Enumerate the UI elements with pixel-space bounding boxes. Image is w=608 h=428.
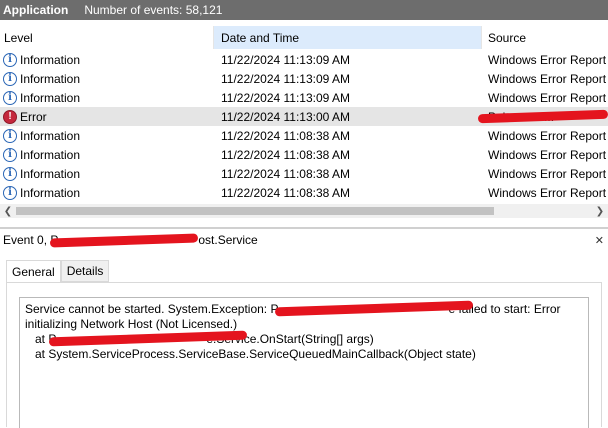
scrollbar-thumb[interactable] [16, 207, 494, 215]
row-level: Information [20, 166, 81, 181]
information-icon: i [3, 90, 17, 105]
row-datetime: 11/22/2024 11:08:38 AM [221, 128, 350, 143]
table-row[interactable]: i Information 11/22/2024 11:13:09 AM Wind… [0, 50, 608, 69]
table-row[interactable]: i Information 11/22/2024 11:08:38 AM Wind… [0, 164, 608, 183]
log-header-bar: Application Number of events: 58,121 [0, 0, 608, 20]
information-icon: i [3, 166, 17, 181]
row-level: Information [20, 147, 81, 162]
events-table: Level Date and Time Source i Information … [0, 26, 608, 204]
event-count: Number of events: 58,121 [84, 3, 223, 17]
detail-tabs: General Details [6, 260, 110, 283]
information-icon: i [3, 52, 17, 67]
row-level: Information [20, 90, 81, 105]
row-source: Windows Error Report [488, 90, 607, 105]
row-level: Information [20, 71, 81, 86]
row-datetime: 11/22/2024 11:08:38 AM [221, 166, 350, 181]
close-icon[interactable]: ✕ [595, 234, 604, 247]
table-row[interactable]: i Information 11/22/2024 11:13:09 AM Wind… [0, 69, 608, 88]
row-datetime: 11/22/2024 11:13:09 AM [221, 71, 350, 86]
information-icon: i [3, 147, 17, 162]
row-source: Windows Error Report [488, 128, 607, 143]
message-line: initializing Network Host (Not Licensed.… [25, 317, 238, 331]
table-row-selected[interactable]: !Error 11/22/2024 11:13:00 AM Pelsonnec.… [0, 107, 608, 126]
event-title-suffix: ost.Service [198, 233, 258, 247]
column-header-level[interactable]: Level [0, 26, 214, 49]
row-datetime: 11/22/2024 11:08:38 AM [221, 185, 350, 200]
row-datetime: 11/22/2024 11:13:09 AM [221, 52, 350, 67]
table-row[interactable]: i Information 11/22/2024 11:13:09 AM Wind… [0, 88, 608, 107]
row-source: Windows Error Report [488, 52, 607, 67]
row-source: Windows Error Report [488, 166, 607, 181]
row-level: Error [20, 109, 47, 124]
information-icon: i [3, 185, 17, 200]
tab-details[interactable]: Details [60, 260, 110, 282]
table-header: Level Date and Time Source [0, 26, 608, 49]
horizontal-scrollbar[interactable]: ❮ ❯ [0, 204, 608, 218]
row-datetime: 11/22/2024 11:13:09 AM [221, 90, 350, 105]
message-line: at System.ServiceProcess.ServiceBase.Ser… [35, 347, 476, 361]
row-source: Windows Error Report [488, 71, 607, 86]
table-row[interactable]: i Information 11/22/2024 11:08:38 AM Wind… [0, 183, 608, 202]
row-level: Information [20, 128, 81, 143]
scroll-left-icon[interactable]: ❮ [2, 204, 14, 218]
information-icon: i [3, 128, 17, 143]
row-datetime: 11/22/2024 11:08:38 AM [221, 147, 350, 162]
scroll-right-icon[interactable]: ❯ [594, 204, 606, 218]
information-icon: i [3, 71, 17, 86]
log-name: Application [3, 3, 69, 17]
row-level: Information [20, 52, 81, 67]
general-tab-panel: Service cannot be started. System.Except… [6, 282, 602, 428]
column-header-datetime[interactable]: Date and Time [214, 26, 482, 49]
table-row[interactable]: i Information 11/22/2024 11:08:38 AM Wind… [0, 126, 608, 145]
error-icon: ! [3, 109, 17, 124]
table-row[interactable]: i Information 11/22/2024 11:08:38 AM Wind… [0, 145, 608, 164]
row-datetime: 11/22/2024 11:13:00 AM [221, 109, 350, 124]
row-level: Information [20, 185, 81, 200]
row-source: Windows Error Report [488, 185, 607, 200]
tab-general[interactable]: General [6, 260, 61, 283]
row-source: Windows Error Report [488, 147, 607, 162]
event-description[interactable]: Service cannot be started. System.Except… [19, 297, 589, 428]
table-body: i Information 11/22/2024 11:13:09 AM Wind… [0, 50, 608, 202]
column-header-source[interactable]: Source [482, 26, 608, 49]
